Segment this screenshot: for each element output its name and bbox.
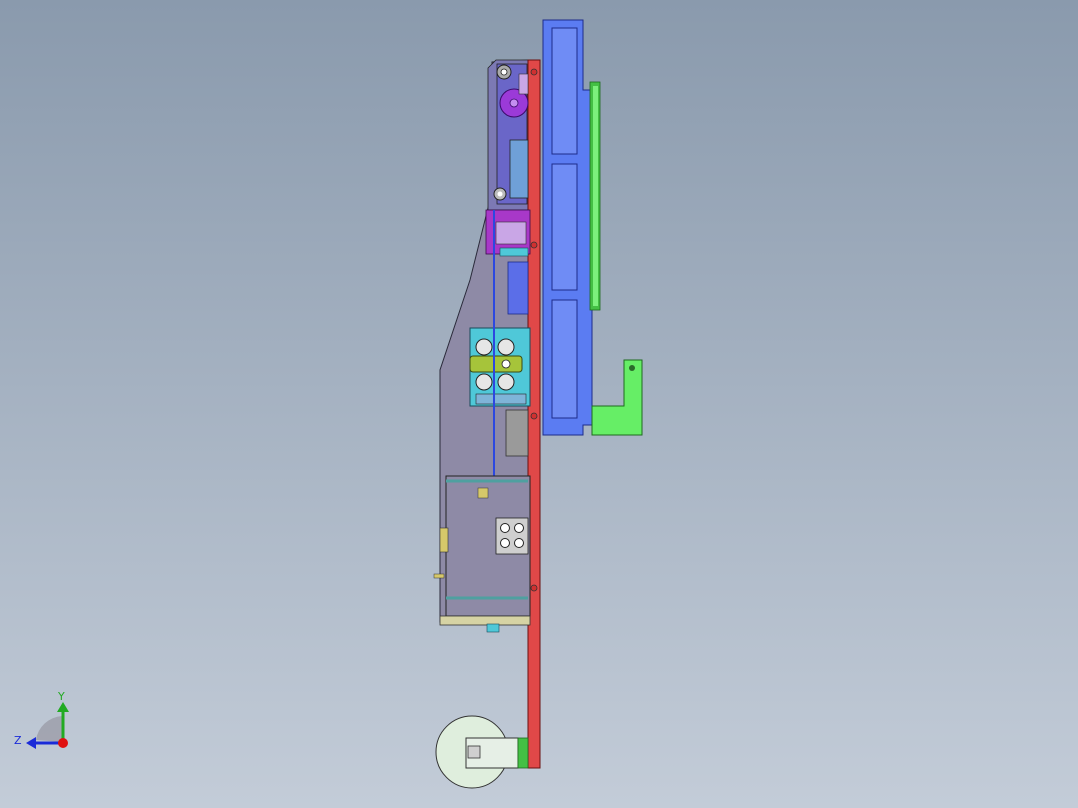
bracket-hole	[629, 365, 635, 371]
red-main-plate[interactable]	[527, 59, 541, 769]
cyan-strip	[499, 247, 529, 257]
drive-gear-hub	[509, 98, 519, 108]
lower-frame[interactable]	[433, 475, 531, 633]
purple-insert	[495, 221, 527, 245]
cad-model-scene[interactable]: Y Z	[0, 0, 1078, 808]
base-foot	[486, 623, 500, 633]
plate-bolt-2	[530, 241, 538, 249]
plate-bolt-1	[530, 68, 538, 76]
triad-x-dot	[58, 738, 68, 748]
gear-block[interactable]	[518, 73, 529, 95]
triad-y-arrow	[57, 702, 69, 712]
mid-pin	[477, 487, 489, 499]
top-pulley-hub	[500, 68, 508, 76]
roller-2[interactable]	[497, 338, 515, 356]
rail-inner	[593, 86, 598, 306]
triad-y-label: Y	[57, 690, 65, 703]
green-rail[interactable]	[589, 81, 601, 311]
base-plate[interactable]	[439, 615, 531, 626]
bracket-body[interactable]	[591, 359, 643, 436]
green-bracket[interactable]	[591, 359, 643, 436]
blue-frame[interactable]	[542, 19, 593, 436]
motor-cylinder[interactable]	[509, 139, 529, 199]
lever-arm[interactable]	[469, 355, 523, 373]
gray-cylinder[interactable]	[505, 409, 529, 457]
roller-1[interactable]	[475, 338, 493, 356]
triad-z-label: Z	[14, 734, 22, 747]
wheel-axle	[467, 745, 481, 759]
triad-z-arrow	[26, 737, 36, 749]
blue-motor[interactable]	[507, 261, 529, 315]
roller-base	[475, 393, 527, 405]
roller-3[interactable]	[475, 373, 493, 391]
gear-assembly[interactable]	[493, 63, 529, 205]
side-clamp[interactable]	[439, 527, 449, 553]
cad-viewport[interactable]: Y Z	[0, 0, 1078, 808]
plate-bolt-4	[530, 584, 538, 592]
frame-window-1	[551, 27, 578, 155]
lower-pulley-hub	[497, 191, 503, 197]
triad-arc	[36, 716, 62, 742]
plate-bolt-3	[530, 412, 538, 420]
frame-window-3	[551, 299, 578, 419]
frame-window-2	[551, 163, 578, 291]
caster-wheel[interactable]	[435, 715, 529, 789]
small-bolt	[433, 573, 445, 579]
roller-block[interactable]	[469, 327, 531, 407]
wheel-mount-green[interactable]	[517, 737, 529, 769]
lever-pivot	[501, 359, 511, 369]
bearing-cluster[interactable]	[495, 517, 529, 555]
orientation-triad[interactable]: Y Z	[14, 690, 69, 749]
roller-4[interactable]	[497, 373, 515, 391]
